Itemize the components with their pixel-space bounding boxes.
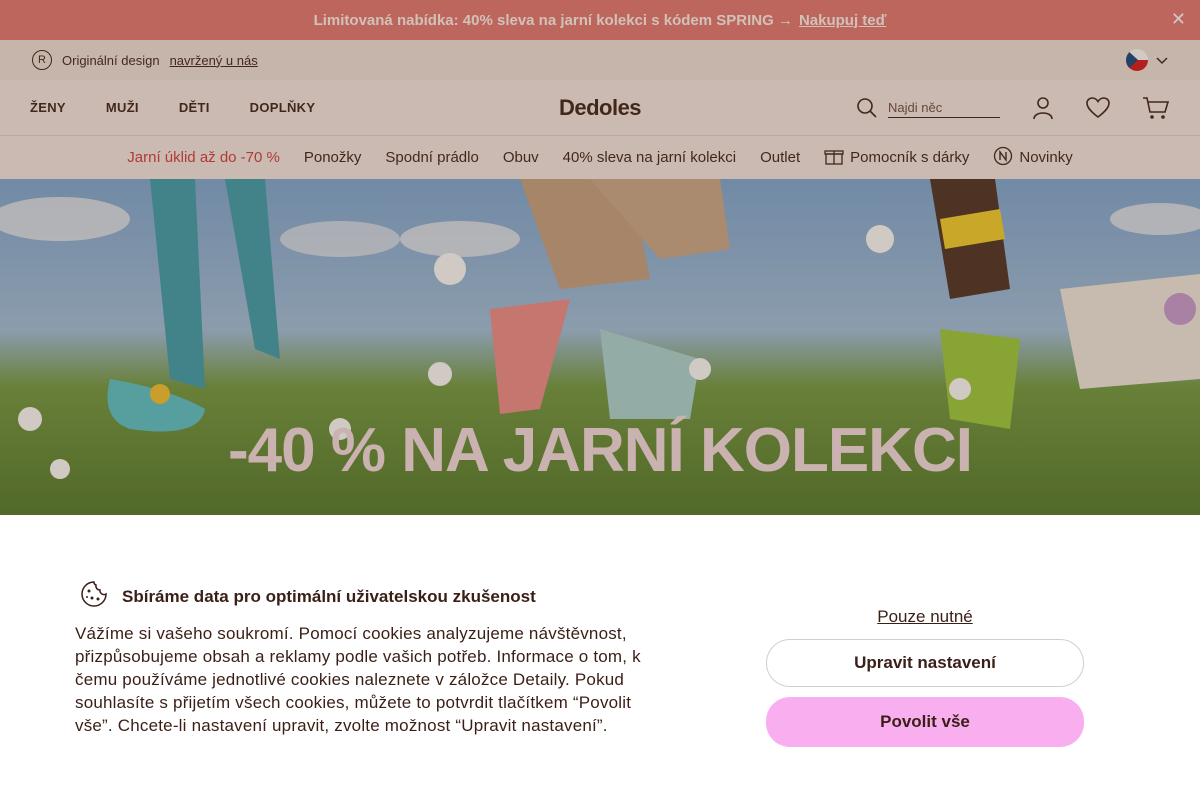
news-label: Novinky [1019, 149, 1073, 166]
page-background: Limitovaná nabídka: 40% sleva na jarní k… [0, 0, 1200, 515]
search-input[interactable] [888, 97, 1000, 118]
new-badge-icon [993, 146, 1013, 170]
heart-icon[interactable] [1086, 96, 1110, 119]
cookie-icon [80, 580, 108, 613]
category-socks[interactable]: Ponožky [304, 149, 362, 166]
nav-women[interactable]: ŽENY [30, 100, 66, 115]
nav-kids[interactable]: DĚTI [179, 100, 210, 115]
nav-men[interactable]: MUŽI [106, 100, 139, 115]
nav-accessories[interactable]: DOPLŇKY [250, 100, 316, 115]
promo-text: Limitovaná nabídka: 40% sleva na jarní k… [313, 11, 793, 29]
search-box [856, 97, 1000, 119]
czech-flag-icon [1126, 49, 1148, 71]
promo-link[interactable]: Nakupuj teď [799, 12, 886, 29]
cart-icon[interactable] [1142, 96, 1170, 120]
category-spring-sale[interactable]: 40% sleva na jarní kolekci [563, 149, 736, 166]
info-link[interactable]: navržený u nás [170, 53, 258, 68]
hero-banner[interactable]: -40 % NA JARNÍ KOLEKCI [0, 179, 1200, 515]
allow-all-button[interactable]: Povolit vše [766, 697, 1084, 747]
promo-bar: Limitovaná nabídka: 40% sleva na jarní k… [0, 0, 1200, 40]
gift-icon [824, 147, 844, 169]
close-icon[interactable]: ✕ [1171, 9, 1186, 30]
cookie-description: Vážíme si vašeho soukromí. Pomocí cookie… [75, 624, 641, 735]
only-necessary-link[interactable]: Pouze nutné [766, 607, 1084, 627]
hero-title: -40 % NA JARNÍ KOLEKCI [228, 416, 973, 485]
category-news[interactable]: Novinky [993, 146, 1073, 170]
edit-settings-button[interactable]: Upravit nastavení [766, 639, 1084, 687]
category-underwear[interactable]: Spodní prádlo [385, 149, 478, 166]
main-nav: ŽENY MUŽI DĚTI DOPLŇKY [30, 100, 315, 115]
logo[interactable]: Dedoles [559, 95, 642, 121]
registered-icon: R [32, 50, 52, 70]
header: ŽENY MUŽI DĚTI DOPLŇKY Dedoles [0, 80, 1200, 136]
category-outlet[interactable]: Outlet [760, 149, 800, 166]
category-shoes[interactable]: Obuv [503, 149, 539, 166]
category-sale[interactable]: Jarní úklid až do -70 % [127, 149, 280, 166]
cookie-banner: Sbíráme data pro optimální uživatelskou … [0, 515, 1200, 800]
category-gift-helper[interactable]: Pomocník s dárky [824, 147, 969, 169]
user-icon[interactable] [1032, 96, 1054, 120]
cookie-title: Sbíráme data pro optimální uživatelskou … [80, 580, 536, 613]
search-icon[interactable] [856, 97, 878, 119]
chevron-down-icon [1156, 53, 1168, 68]
info-bar: R Originální design navržený u nás [0, 40, 1200, 80]
info-text: Originální design [62, 52, 160, 68]
cookie-title-text: Sbíráme data pro optimální uživatelskou … [122, 586, 536, 606]
gift-helper-label: Pomocník s dárky [850, 149, 970, 166]
language-selector[interactable] [1126, 49, 1168, 71]
category-nav: Jarní úklid až do -70 % Ponožky Spodní p… [0, 136, 1200, 179]
